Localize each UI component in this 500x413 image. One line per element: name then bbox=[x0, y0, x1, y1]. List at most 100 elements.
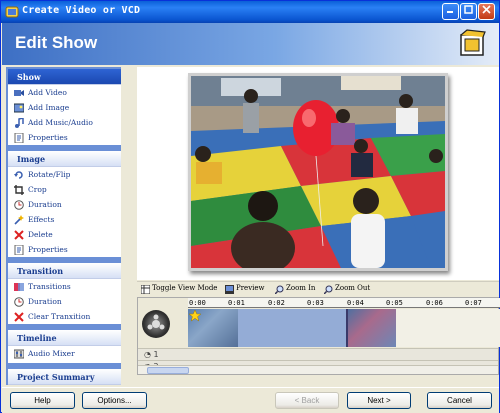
add-music-label: Add Music/Audio bbox=[28, 118, 93, 127]
film-reel-icon bbox=[142, 310, 170, 338]
project-summary-group: Project Summary bbox=[8, 369, 121, 385]
scrollbar-thumb[interactable] bbox=[147, 367, 189, 374]
video-clip[interactable] bbox=[346, 309, 396, 347]
tick-label: 0:00 bbox=[189, 299, 206, 307]
project-summary-header[interactable]: Project Summary bbox=[8, 369, 121, 385]
tick-label: 0:07 bbox=[465, 299, 482, 307]
timeline-panel: 0:00 0:01 0:02 0:03 0:04 0:05 0:06 0:07 … bbox=[137, 297, 500, 375]
clock-icon bbox=[14, 297, 24, 307]
timeline-scrollbar[interactable] bbox=[138, 365, 498, 374]
app-icon bbox=[5, 6, 19, 18]
show-properties-item[interactable]: Properties bbox=[8, 130, 121, 145]
show-properties-label: Properties bbox=[28, 133, 68, 142]
image-duration-item[interactable]: Duration bbox=[8, 197, 121, 212]
add-image-icon bbox=[14, 103, 24, 113]
zoom-out-button[interactable]: Zoom Out bbox=[324, 284, 371, 294]
zoom-in-button[interactable]: Zoom In bbox=[275, 284, 316, 294]
tick-label: 0:06 bbox=[426, 299, 443, 307]
timeline-group-header[interactable]: Timeline bbox=[8, 330, 121, 346]
transitions-item[interactable]: Transitions bbox=[8, 279, 121, 294]
crop-icon bbox=[14, 185, 24, 195]
image-duration-label: Duration bbox=[28, 200, 62, 209]
clock-icon bbox=[14, 200, 24, 210]
time-ruler[interactable]: 0:00 0:01 0:02 0:03 0:04 0:05 0:06 0:07 bbox=[188, 298, 500, 308]
delete-label: Delete bbox=[28, 230, 53, 239]
zoom-in-label: Zoom In bbox=[286, 284, 316, 292]
track-number-value: 1 bbox=[153, 350, 159, 359]
toggle-view-label: Toggle View Mode bbox=[152, 284, 218, 292]
toggle-view-mode-button[interactable]: Toggle View Mode bbox=[141, 284, 218, 294]
preview-label: Preview bbox=[236, 284, 265, 292]
add-image-item[interactable]: Add Image bbox=[8, 100, 121, 115]
preview-button[interactable]: Preview bbox=[225, 284, 265, 294]
tick-label: 0:03 bbox=[307, 299, 324, 307]
show-group-header[interactable]: Show bbox=[8, 69, 121, 85]
clear-transition-label: Clear Tranxition bbox=[28, 312, 91, 321]
help-button[interactable]: Help bbox=[10, 392, 75, 409]
title-bar[interactable]: Create Video or VCD bbox=[1, 1, 499, 23]
preview-icon bbox=[225, 285, 234, 294]
add-video-label: Add Video bbox=[28, 88, 67, 97]
maximize-button[interactable] bbox=[460, 3, 477, 20]
clapperboard-icon bbox=[460, 29, 486, 56]
add-music-item[interactable]: Add Music/Audio bbox=[8, 115, 121, 130]
crop-label: Crop bbox=[28, 185, 47, 194]
video-clip[interactable] bbox=[188, 309, 238, 347]
transitions-icon bbox=[14, 283, 24, 291]
add-video-icon bbox=[14, 90, 24, 96]
zoom-out-icon bbox=[324, 285, 333, 294]
delete-icon bbox=[14, 230, 24, 240]
add-video-item[interactable]: Add Video bbox=[8, 85, 121, 100]
image-group: Image Rotate/Flip Crop Duration Effects … bbox=[8, 151, 121, 257]
preview-image bbox=[191, 76, 445, 274]
timeline-group: Timeline Audio Mixer bbox=[8, 330, 121, 363]
audio-mixer-icon bbox=[14, 349, 24, 359]
rotate-flip-label: Rotate/Flip bbox=[28, 170, 71, 179]
tick-label: 0:05 bbox=[386, 299, 403, 307]
properties-icon bbox=[14, 245, 24, 255]
add-image-label: Add Image bbox=[28, 103, 70, 112]
main-window: Create Video or VCD Edit Show Show Add V… bbox=[0, 0, 500, 413]
maximize-icon bbox=[464, 5, 473, 14]
audio-mixer-item[interactable]: Audio Mixer bbox=[8, 346, 121, 361]
tick-label: 0:01 bbox=[228, 299, 245, 307]
film-reel-glyph bbox=[147, 314, 165, 330]
properties-icon bbox=[14, 133, 24, 143]
close-button[interactable] bbox=[478, 3, 495, 20]
rotate-flip-item[interactable]: Rotate/Flip bbox=[8, 167, 121, 182]
task-sidebar: Show Add Video Add Image Add Music/Audio… bbox=[6, 67, 121, 385]
zoom-in-icon bbox=[275, 285, 284, 294]
image-properties-label: Properties bbox=[28, 245, 68, 254]
page-title: Edit Show bbox=[15, 33, 98, 52]
image-group-header[interactable]: Image bbox=[8, 151, 121, 167]
cancel-button[interactable]: Cancel bbox=[427, 392, 492, 409]
next-button[interactable]: Next > bbox=[347, 392, 411, 409]
delete-item[interactable]: Delete bbox=[8, 227, 121, 242]
crop-item[interactable]: Crop bbox=[8, 182, 121, 197]
transition-group-header[interactable]: Transition bbox=[8, 263, 121, 279]
tick-label: 0:02 bbox=[268, 299, 285, 307]
add-music-icon bbox=[15, 118, 24, 128]
minimize-button[interactable] bbox=[442, 3, 459, 20]
wizard-header: Edit Show bbox=[2, 23, 499, 65]
effects-label: Effects bbox=[28, 215, 55, 224]
minimize-icon bbox=[447, 11, 453, 13]
video-track[interactable] bbox=[188, 309, 500, 347]
audio-mixer-label: Audio Mixer bbox=[28, 349, 75, 358]
toggle-view-icon bbox=[141, 285, 150, 294]
timeline-toolbar: Toggle View Mode Preview Zoom In Zoom Ou… bbox=[137, 281, 499, 296]
transition-duration-label: Duration bbox=[28, 297, 62, 306]
show-group: Show Add Video Add Image Add Music/Audio… bbox=[8, 69, 121, 145]
tick-label: 0:04 bbox=[347, 299, 364, 307]
close-icon bbox=[482, 5, 491, 14]
back-button[interactable]: < Back bbox=[275, 392, 339, 409]
delete-icon bbox=[14, 312, 24, 322]
image-properties-item[interactable]: Properties bbox=[8, 242, 121, 257]
zoom-out-label: Zoom Out bbox=[335, 284, 371, 292]
transition-duration-item[interactable]: Duration bbox=[8, 294, 121, 309]
star-icon bbox=[189, 310, 201, 322]
clear-transition-item[interactable]: Clear Tranxition bbox=[8, 309, 121, 324]
audio-track-1[interactable]: ◔ 1 bbox=[138, 348, 498, 360]
options-button[interactable]: Options... bbox=[82, 392, 147, 409]
effects-item[interactable]: Effects bbox=[8, 212, 121, 227]
